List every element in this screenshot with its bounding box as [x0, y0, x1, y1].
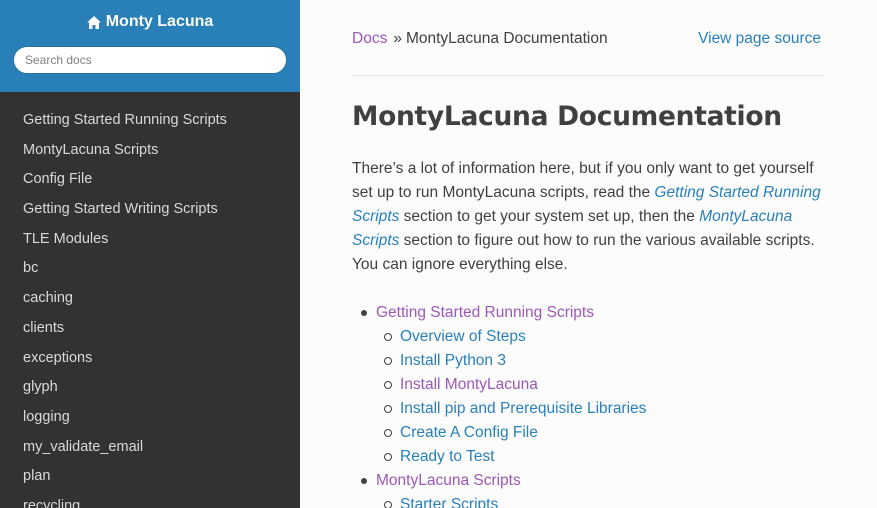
- toc-subitem: Starter Scripts: [376, 493, 825, 508]
- sidebar-item-tle-modules[interactable]: TLE Modules: [0, 228, 300, 258]
- toc-sublist: Starter Scripts: [376, 493, 825, 508]
- toc-link-getting-started-running[interactable]: Getting Started Running Scripts: [376, 304, 594, 321]
- breadcrumb-current: MontyLacuna Documentation: [405, 30, 608, 47]
- home-icon: [86, 15, 101, 29]
- sidebar-item-caching[interactable]: caching: [0, 287, 300, 317]
- breadcrumb-separator: »: [393, 30, 402, 47]
- toc-item: Getting Started Running Scripts Overview…: [352, 301, 825, 469]
- main-content: Docs» MontyLacuna Documentation View page…: [352, 0, 825, 508]
- toc-subitem: Create A Config File: [376, 421, 825, 445]
- sidebar-item-exceptions[interactable]: exceptions: [0, 347, 300, 377]
- toc-link-starter-scripts[interactable]: Starter Scripts: [400, 496, 498, 508]
- sidebar: Monty Lacuna Getting Started Running Scr…: [0, 0, 300, 508]
- toc-link-montylacuna-scripts[interactable]: MontyLacuna Scripts: [376, 472, 521, 489]
- toc-subitem: Install pip and Prerequisite Libraries: [376, 397, 825, 421]
- toc-subitem: Ready to Test: [376, 445, 825, 469]
- sidebar-item-config-file[interactable]: Config File: [0, 168, 300, 198]
- search-wrap: [13, 45, 287, 74]
- intro-text-2: section to get your system set up, then …: [399, 208, 700, 225]
- sidebar-item-plan[interactable]: plan: [0, 465, 300, 495]
- sidebar-item-recycling[interactable]: recycling: [0, 495, 300, 508]
- toc-link-install-python[interactable]: Install Python 3: [400, 352, 506, 369]
- breadcrumb-docs-link[interactable]: Docs: [352, 30, 387, 47]
- sidebar-item-bc[interactable]: bc: [0, 257, 300, 287]
- brand-link[interactable]: Monty Lacuna: [86, 13, 214, 31]
- sidebar-item-logging[interactable]: logging: [0, 406, 300, 436]
- toc-link-install-pip[interactable]: Install pip and Prerequisite Libraries: [400, 400, 646, 417]
- sidebar-header: Monty Lacuna: [0, 0, 300, 92]
- sidebar-item-montylacuna-scripts[interactable]: MontyLacuna Scripts: [0, 139, 300, 169]
- search-input[interactable]: [13, 45, 287, 74]
- sidebar-item-glyph[interactable]: glyph: [0, 376, 300, 406]
- toc-subitem: Install MontyLacuna: [376, 373, 825, 397]
- view-source-wrap: View page source: [698, 30, 821, 48]
- toc-item: MontyLacuna Scripts Starter Scripts: [352, 469, 825, 508]
- toc-link-create-config[interactable]: Create A Config File: [400, 424, 538, 441]
- intro-paragraph: There’s a lot of information here, but i…: [352, 157, 825, 277]
- toc-subitem: Install Python 3: [376, 349, 825, 373]
- toc-link-install-montylacuna[interactable]: Install MontyLacuna: [400, 376, 538, 393]
- sidebar-item-getting-started-writing[interactable]: Getting Started Writing Scripts: [0, 198, 300, 228]
- intro-text-3: section to figure out how to run the var…: [352, 232, 815, 273]
- sidebar-item-my-validate-email[interactable]: my_validate_email: [0, 436, 300, 466]
- breadcrumb: Docs » MontyLacuna Documentation View page…: [352, 0, 825, 76]
- toc-sublist: Overview of Steps Install Python 3 Insta…: [376, 325, 825, 469]
- page-title: MontyLacuna Documentation: [352, 101, 782, 132]
- sidebar-nav: Getting Started Running Scripts MontyLac…: [0, 92, 300, 508]
- brand-label: Monty Lacuna: [105, 13, 214, 30]
- toc-list: Getting Started Running Scripts Overview…: [352, 301, 825, 508]
- toc-link-overview-of-steps[interactable]: Overview of Steps: [400, 328, 526, 345]
- toc-subitem: Overview of Steps: [376, 325, 825, 349]
- sidebar-item-getting-started-running[interactable]: Getting Started Running Scripts: [0, 109, 300, 139]
- view-page-source-link[interactable]: View page source: [698, 30, 821, 47]
- sidebar-item-clients[interactable]: clients: [0, 317, 300, 347]
- toc-link-ready-to-test[interactable]: Ready to Test: [400, 448, 495, 465]
- breadcrumb-trail: Docs » MontyLacuna Documentation: [352, 30, 608, 48]
